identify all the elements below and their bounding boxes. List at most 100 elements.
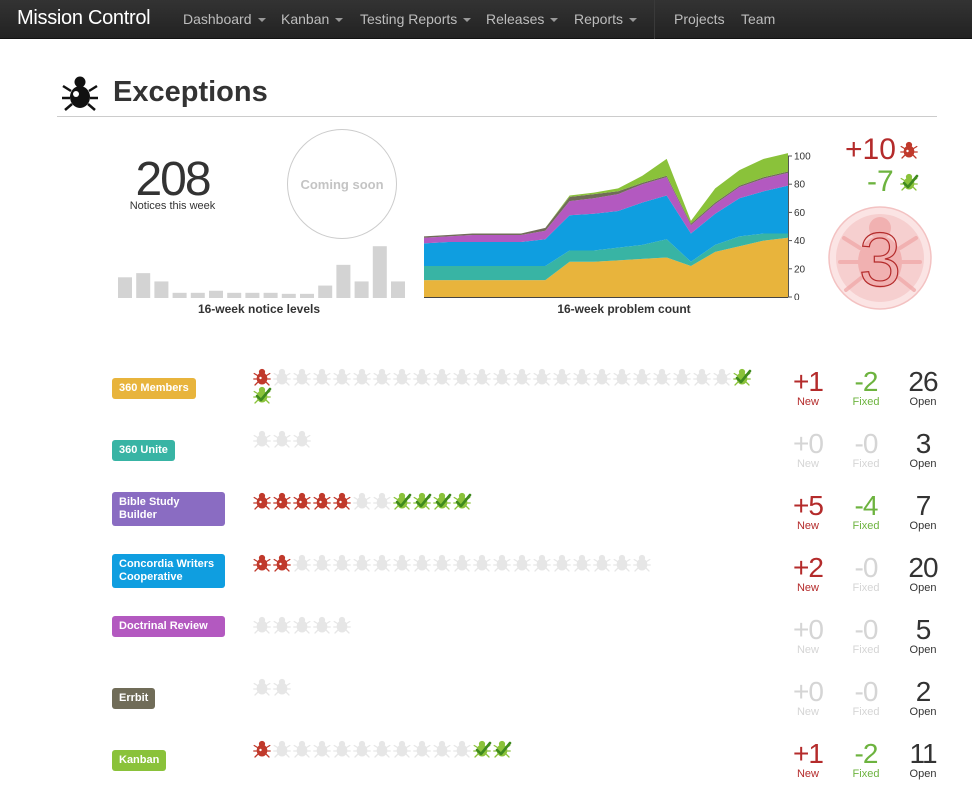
open-bug-icon[interactable]: [313, 740, 333, 758]
nav-testing-reports[interactable]: Testing Reports: [360, 11, 472, 27]
project-label[interactable]: Doctrinal Review: [112, 616, 225, 637]
open-bug-icon[interactable]: [493, 368, 513, 386]
open-bug-icon[interactable]: [453, 368, 473, 386]
open-bug-icon[interactable]: [333, 740, 353, 758]
brand-logo[interactable]: Mission Control: [17, 7, 151, 30]
open-bug-icon[interactable]: [513, 368, 533, 386]
open-bug-icon[interactable]: [273, 678, 293, 696]
new-bug-icon[interactable]: [273, 492, 293, 510]
fixed-count: -0 Fixed: [841, 678, 891, 719]
new-bug-icon[interactable]: [333, 492, 353, 510]
open-bug-icon[interactable]: [653, 368, 673, 386]
open-bug-icon[interactable]: [313, 616, 333, 634]
open-bug-icon[interactable]: [273, 430, 293, 448]
new-bug-icon[interactable]: [273, 554, 293, 572]
open-bug-icon[interactable]: [413, 740, 433, 758]
fixed-bug-icon[interactable]: [453, 492, 473, 510]
project-label[interactable]: Errbit: [112, 688, 156, 709]
open-bug-icon[interactable]: [353, 740, 373, 758]
open-bug-icon[interactable]: [393, 740, 413, 758]
open-bug-icon[interactable]: [413, 554, 433, 572]
open-bug-icon[interactable]: [293, 740, 313, 758]
nav-releases[interactable]: Releases: [486, 11, 559, 27]
open-bug-icon[interactable]: [453, 554, 473, 572]
fixed-bug-icon[interactable]: [413, 492, 433, 510]
open-bug-icon[interactable]: [473, 368, 493, 386]
open-bug-icon[interactable]: [453, 740, 473, 758]
project-label[interactable]: Bible Study Builder: [112, 492, 225, 526]
open-bug-icon[interactable]: [373, 554, 393, 572]
new-bug-icon[interactable]: [253, 368, 273, 386]
new-bug-icon[interactable]: [293, 492, 313, 510]
open-bug-icon[interactable]: [253, 616, 273, 634]
new-bug-icon[interactable]: [253, 554, 273, 572]
nav-dashboard[interactable]: Dashboard: [183, 11, 266, 27]
open-bug-icon[interactable]: [673, 368, 693, 386]
open-bug-icon[interactable]: [273, 616, 293, 634]
notice-caption: Notices this week: [129, 200, 216, 212]
new-bug-icon[interactable]: [313, 492, 333, 510]
nav-reports[interactable]: Reports: [574, 11, 638, 27]
fixed-bug-icon[interactable]: [253, 386, 273, 404]
fixed-bug-icon[interactable]: [433, 492, 453, 510]
open-bug-icon[interactable]: [713, 368, 733, 386]
open-bug-icon[interactable]: [573, 368, 593, 386]
project-label[interactable]: 360 Members: [112, 378, 196, 399]
new-count: +0 New: [783, 616, 833, 657]
open-bug-icon[interactable]: [593, 554, 613, 572]
open-bug-icon[interactable]: [273, 740, 293, 758]
open-bug-icon[interactable]: [513, 554, 533, 572]
nav-projects[interactable]: Projects: [674, 11, 725, 27]
open-bug-icon[interactable]: [633, 554, 653, 572]
open-bug-icon[interactable]: [253, 430, 273, 448]
open-bug-icon[interactable]: [553, 368, 573, 386]
open-bug-icon[interactable]: [373, 740, 393, 758]
open-bug-icon[interactable]: [433, 554, 453, 572]
open-bug-icon[interactable]: [493, 554, 513, 572]
open-bug-icon[interactable]: [533, 554, 553, 572]
open-bug-icon[interactable]: [413, 368, 433, 386]
project-label[interactable]: 360 Unite: [112, 440, 175, 461]
open-bug-icon[interactable]: [253, 678, 273, 696]
open-bug-icon[interactable]: [433, 740, 453, 758]
fixed-bug-icon[interactable]: [493, 740, 513, 758]
open-bug-icon[interactable]: [293, 616, 313, 634]
open-bug-icon[interactable]: [353, 368, 373, 386]
fixed-bug-icon[interactable]: [733, 368, 753, 386]
open-bug-icon[interactable]: [613, 368, 633, 386]
new-count-label: New: [796, 768, 819, 780]
nav-team[interactable]: Team: [741, 11, 775, 27]
open-bug-icon[interactable]: [593, 368, 613, 386]
fixed-bug-icon[interactable]: [473, 740, 493, 758]
open-bug-icon[interactable]: [373, 492, 393, 510]
open-bug-icon[interactable]: [353, 492, 373, 510]
project-label[interactable]: Kanban: [112, 750, 167, 771]
open-bug-icon[interactable]: [273, 368, 293, 386]
open-bug-icon[interactable]: [393, 554, 413, 572]
open-bug-icon[interactable]: [353, 554, 373, 572]
open-bug-icon[interactable]: [433, 368, 453, 386]
open-bug-icon[interactable]: [313, 554, 333, 572]
new-bug-icon[interactable]: [253, 740, 273, 758]
open-bug-icon[interactable]: [533, 368, 553, 386]
project-label[interactable]: Concordia Writers Cooperative: [112, 554, 225, 588]
open-bug-icon[interactable]: [333, 554, 353, 572]
title-divider: [57, 116, 937, 117]
open-bug-icon[interactable]: [693, 368, 713, 386]
open-bug-icon[interactable]: [293, 368, 313, 386]
fixed-bug-icon[interactable]: [393, 492, 413, 510]
new-bug-icon[interactable]: [253, 492, 273, 510]
open-bug-icon[interactable]: [613, 554, 633, 572]
nav-kanban[interactable]: Kanban: [281, 11, 344, 27]
open-bug-icon[interactable]: [393, 368, 413, 386]
open-bug-icon[interactable]: [293, 554, 313, 572]
open-bug-icon[interactable]: [313, 368, 333, 386]
open-bug-icon[interactable]: [373, 368, 393, 386]
open-bug-icon[interactable]: [633, 368, 653, 386]
open-bug-icon[interactable]: [333, 368, 353, 386]
open-bug-icon[interactable]: [293, 430, 313, 448]
open-bug-icon[interactable]: [333, 616, 353, 634]
open-bug-icon[interactable]: [573, 554, 593, 572]
open-bug-icon[interactable]: [553, 554, 573, 572]
open-bug-icon[interactable]: [473, 554, 493, 572]
